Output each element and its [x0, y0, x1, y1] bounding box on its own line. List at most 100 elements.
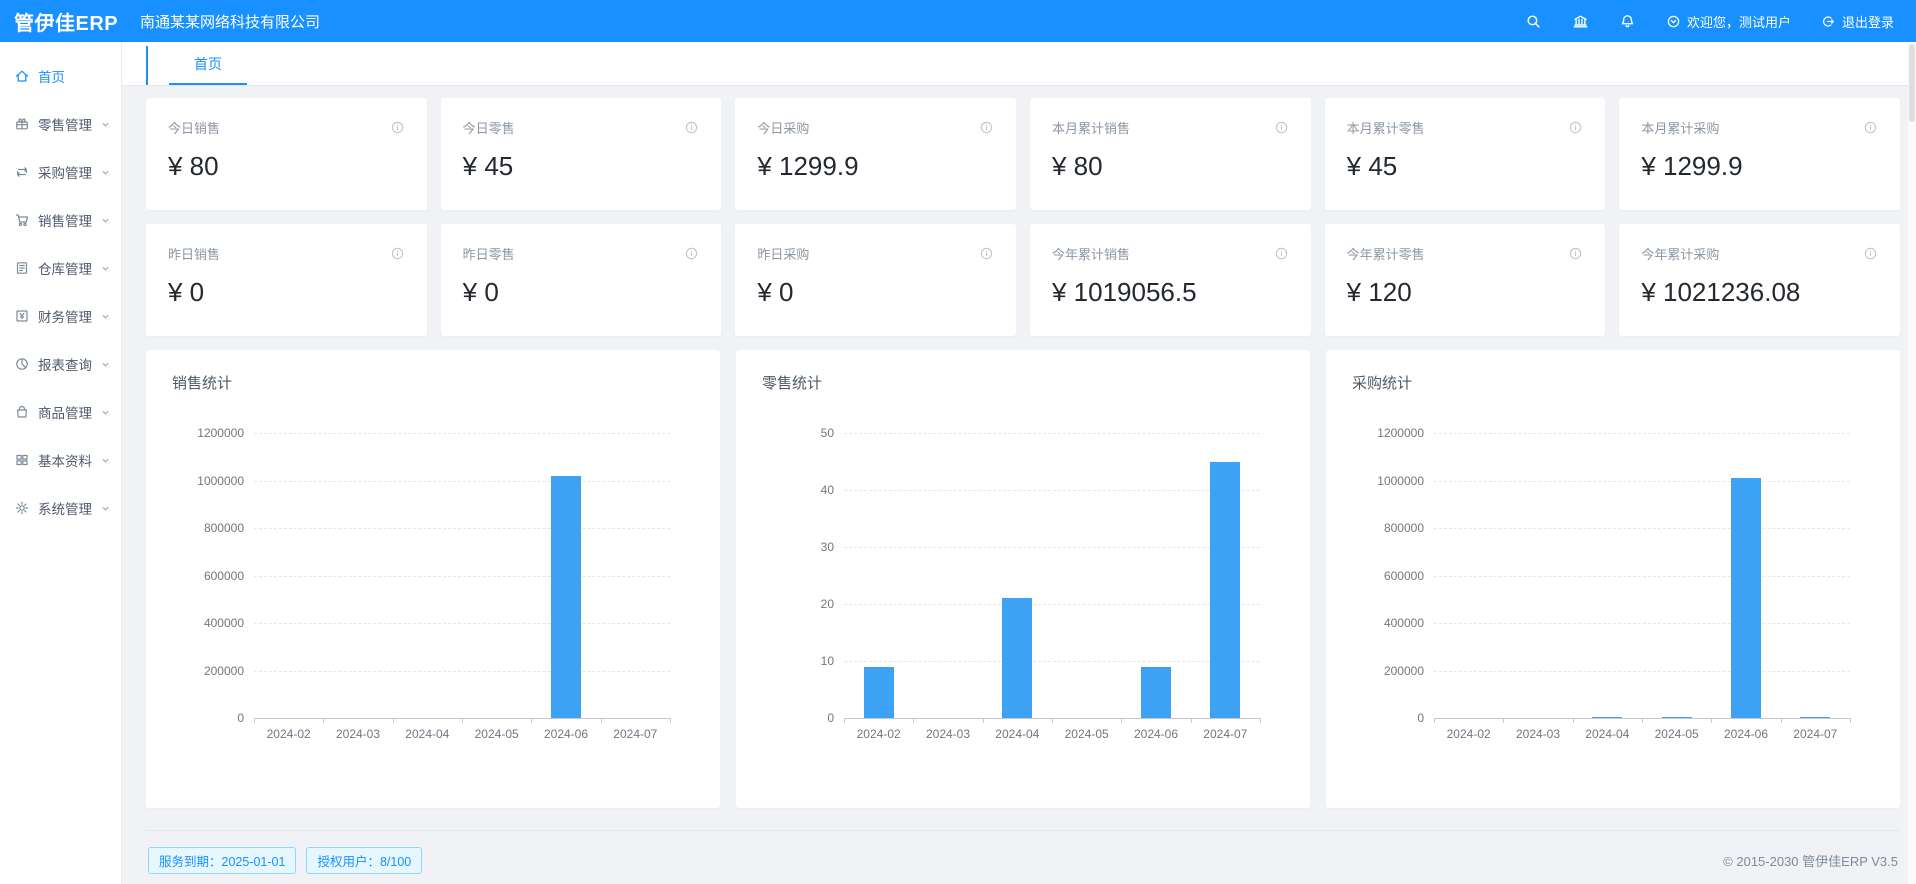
y-axis-tick-label: 200000	[204, 664, 244, 678]
bar-2024-05	[1662, 717, 1692, 719]
bank-icon[interactable]	[1572, 13, 1589, 30]
x-axis-tick	[1781, 718, 1782, 723]
y-axis-tick-label: 10	[821, 654, 834, 668]
info-icon[interactable]	[1863, 120, 1878, 135]
tab-bar-indicator	[146, 46, 148, 85]
sidebar-item-reports[interactable]: 报表查询	[0, 340, 121, 388]
tab-home[interactable]: 首页	[169, 42, 247, 86]
welcome-text: 欢迎您，测试用户	[1687, 12, 1791, 31]
sidebar-item-warehouse[interactable]: 仓库管理	[0, 244, 121, 292]
logout-button[interactable]: 退出登录	[1821, 12, 1894, 31]
chart-plot-area: 020000040000060000080000010000001200000	[254, 433, 670, 718]
chart-plot-area: 01020304050	[844, 433, 1260, 718]
info-icon[interactable]	[1274, 246, 1289, 261]
sidebar-item-finance[interactable]: 财务管理	[0, 292, 121, 340]
y-axis-tick-label: 400000	[204, 616, 244, 630]
x-axis-tick	[1052, 718, 1053, 723]
stat-value: ¥ 0	[463, 277, 700, 308]
gridline	[844, 604, 1260, 605]
stat-card-month-sales: 本月累计销售 ¥ 80	[1030, 98, 1311, 210]
sidebar-item-products[interactable]: 商品管理	[0, 388, 121, 436]
info-icon[interactable]	[1274, 120, 1289, 135]
info-icon[interactable]	[684, 120, 699, 135]
gridline	[254, 623, 670, 624]
stat-card-yesterday-purchase: 昨日采购 ¥ 0	[735, 224, 1016, 336]
sidebar-item-label: 采购管理	[38, 162, 92, 182]
y-axis-tick-label: 0	[237, 711, 244, 725]
x-axis-tick-label: 2024-06	[1134, 727, 1178, 741]
report-pie-icon	[14, 356, 30, 372]
info-icon[interactable]	[1568, 120, 1583, 135]
info-icon[interactable]	[979, 120, 994, 135]
x-axis-tick-label: 2024-02	[857, 727, 901, 741]
sales-stats-chart: 销售统计 02000004000006000008000001000000120…	[146, 350, 720, 808]
chart-x-axis-labels: 2024-022024-032024-042024-052024-062024-…	[254, 727, 670, 743]
sidebar-item-label: 报表查询	[38, 354, 92, 374]
y-axis-tick-label: 800000	[1384, 521, 1424, 535]
vertical-scrollbar[interactable]	[1908, 42, 1916, 884]
stat-card-month-retail: 本月累计零售 ¥ 45	[1325, 98, 1606, 210]
info-icon[interactable]	[979, 246, 994, 261]
chevron-down-icon	[100, 167, 111, 178]
stat-card-year-retail: 今年累计零售 ¥ 120	[1325, 224, 1606, 336]
y-axis-tick-label: 30	[821, 540, 834, 554]
welcome-user[interactable]: 欢迎您，测试用户	[1666, 12, 1791, 31]
sidebar-item-label: 财务管理	[38, 306, 92, 326]
chart-x-axis-labels: 2024-022024-032024-042024-052024-062024-…	[1434, 727, 1850, 743]
stat-label: 今日销售	[168, 118, 220, 137]
bell-icon[interactable]	[1619, 13, 1636, 30]
info-icon[interactable]	[1863, 246, 1878, 261]
sidebar-item-label: 首页	[38, 66, 65, 86]
stat-card-year-purchase: 今年累计采购 ¥ 1021236.08	[1619, 224, 1900, 336]
gridline	[844, 433, 1260, 434]
x-axis-tick	[1642, 718, 1643, 723]
chevron-down-icon	[100, 215, 111, 226]
tab-active-underline	[169, 83, 247, 85]
chevron-down-icon	[100, 503, 111, 514]
info-icon[interactable]	[1568, 246, 1583, 261]
gridline	[254, 433, 670, 434]
chart-title: 销售统计	[172, 372, 694, 393]
x-axis-tick	[983, 718, 984, 723]
x-axis-tick-label: 2024-05	[1065, 727, 1109, 741]
sidebar-item-system[interactable]: 系统管理	[0, 484, 121, 532]
gridline	[1434, 481, 1850, 482]
x-axis-tick-label: 2024-07	[1793, 727, 1837, 741]
stat-value: ¥ 0	[757, 277, 994, 308]
service-expiry-badge: 服务到期：2025-01-01	[148, 847, 296, 874]
user-circle-icon	[1666, 14, 1681, 29]
x-axis-tick	[462, 718, 463, 723]
x-axis-tick	[1121, 718, 1122, 723]
info-icon[interactable]	[390, 246, 405, 261]
search-icon[interactable]	[1525, 13, 1542, 30]
bar-2024-04	[1002, 598, 1032, 718]
stat-card-yesterday-sales: 昨日销售 ¥ 0	[146, 224, 427, 336]
stat-card-today-purchase: 今日采购 ¥ 1299.9	[735, 98, 1016, 210]
x-axis-tick	[531, 718, 532, 723]
purchase-stats-chart: 采购统计 02000004000006000008000001000000120…	[1326, 350, 1900, 808]
sidebar-item-home[interactable]: 首页	[0, 52, 121, 100]
x-axis-tick	[670, 718, 671, 723]
x-axis-tick-label: 2024-02	[267, 727, 311, 741]
x-axis-tick-label: 2024-03	[1516, 727, 1560, 741]
gridline	[1434, 671, 1850, 672]
y-axis-tick-label: 1000000	[1377, 474, 1424, 488]
stat-card-year-sales: 今年累计销售 ¥ 1019056.5	[1030, 224, 1311, 336]
stat-value: ¥ 1021236.08	[1641, 277, 1878, 308]
info-icon[interactable]	[390, 120, 405, 135]
gridline	[1434, 623, 1850, 624]
sidebar-item-basic-data[interactable]: 基本资料	[0, 436, 121, 484]
chevron-down-icon	[100, 263, 111, 274]
basic-grid-icon	[14, 452, 30, 468]
x-axis-tick	[1573, 718, 1574, 723]
sidebar-item-retail[interactable]: 零售管理	[0, 100, 121, 148]
x-axis-tick-label: 2024-07	[613, 727, 657, 741]
info-icon[interactable]	[684, 246, 699, 261]
tab-bar: 首页	[122, 42, 1916, 86]
sidebar-item-purchase[interactable]: 采购管理	[0, 148, 121, 196]
chevron-down-icon	[100, 359, 111, 370]
scrollbar-thumb[interactable]	[1909, 44, 1915, 122]
sidebar-item-sales[interactable]: 销售管理	[0, 196, 121, 244]
stat-value: ¥ 0	[168, 277, 405, 308]
charts-grid: 销售统计 02000004000006000008000001000000120…	[146, 350, 1900, 808]
